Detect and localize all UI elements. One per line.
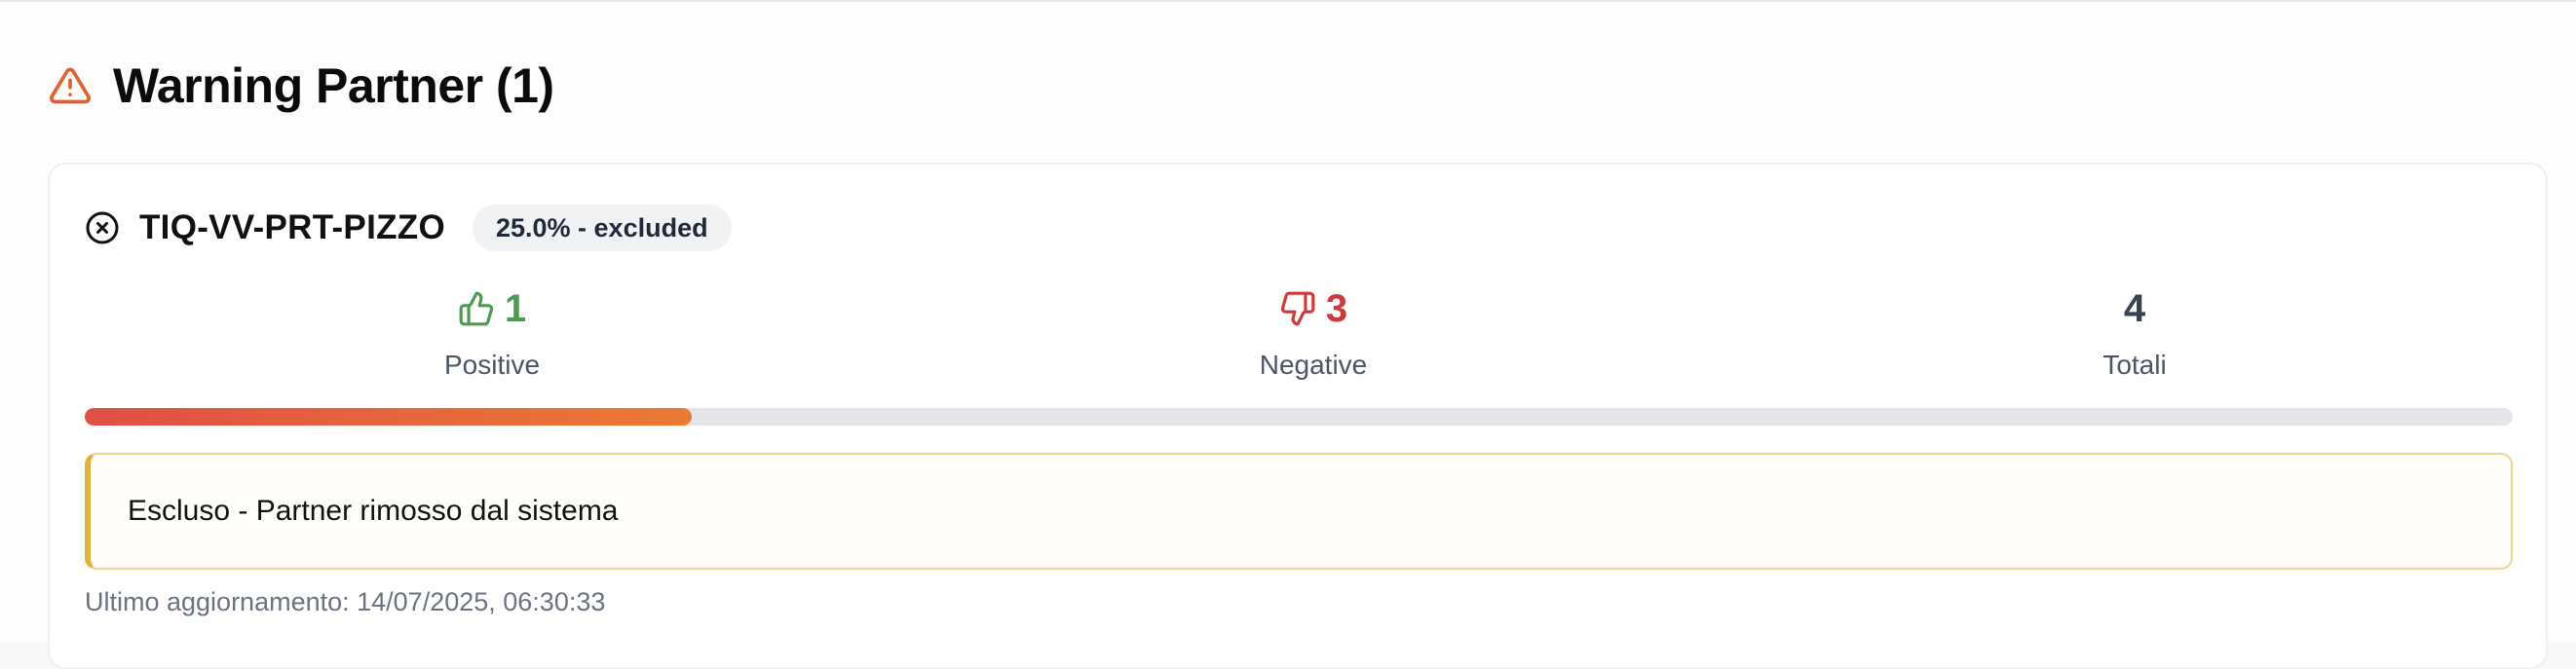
warning-triangle-icon (49, 64, 92, 107)
feedback-progress-bar (85, 408, 2513, 426)
negative-stat: 3 Negative (1118, 281, 1508, 381)
section-header: Warning Partner (1) (49, 53, 554, 119)
thumbs-down-icon (1279, 290, 1316, 327)
partner-header: TIQ-VV-PRT-PIZZO 25.0% - excluded (85, 204, 732, 252)
positive-label: Positive (443, 350, 541, 380)
alert-message: Escluso - Partner rimosso dal sistema (128, 495, 619, 527)
total-label: Totali (2102, 350, 2167, 380)
section-title: Warning Partner (1) (113, 58, 554, 113)
close-circle-icon (85, 210, 120, 245)
positive-stat: 1 Positive (297, 281, 687, 381)
partner-card: TIQ-VV-PRT-PIZZO 25.0% - excluded 1 Posi… (48, 163, 2548, 669)
exclusion-alert: Escluso - Partner rimosso dal sistema (85, 453, 2513, 570)
negative-label: Negative (1259, 350, 1368, 380)
total-stat: 4 Totali (1940, 281, 2330, 381)
total-count: 4 (2123, 286, 2146, 330)
negative-count: 3 (1325, 286, 1348, 330)
feedback-stats: 1 Positive 3 Negative 4 Totali (85, 281, 2513, 398)
last-update-timestamp: Ultimo aggiornamento: 14/07/2025, 06:30:… (85, 587, 606, 616)
warning-partners-panel: Warning Partner (1) TIQ-VV-PRT-PIZZO 25.… (0, 0, 2576, 669)
positive-count: 1 (504, 286, 527, 330)
status-badge: 25.0% - excluded (472, 204, 732, 251)
partner-name: TIQ-VV-PRT-PIZZO (139, 208, 445, 246)
progress-fill (85, 408, 692, 426)
thumbs-up-icon (458, 290, 495, 327)
